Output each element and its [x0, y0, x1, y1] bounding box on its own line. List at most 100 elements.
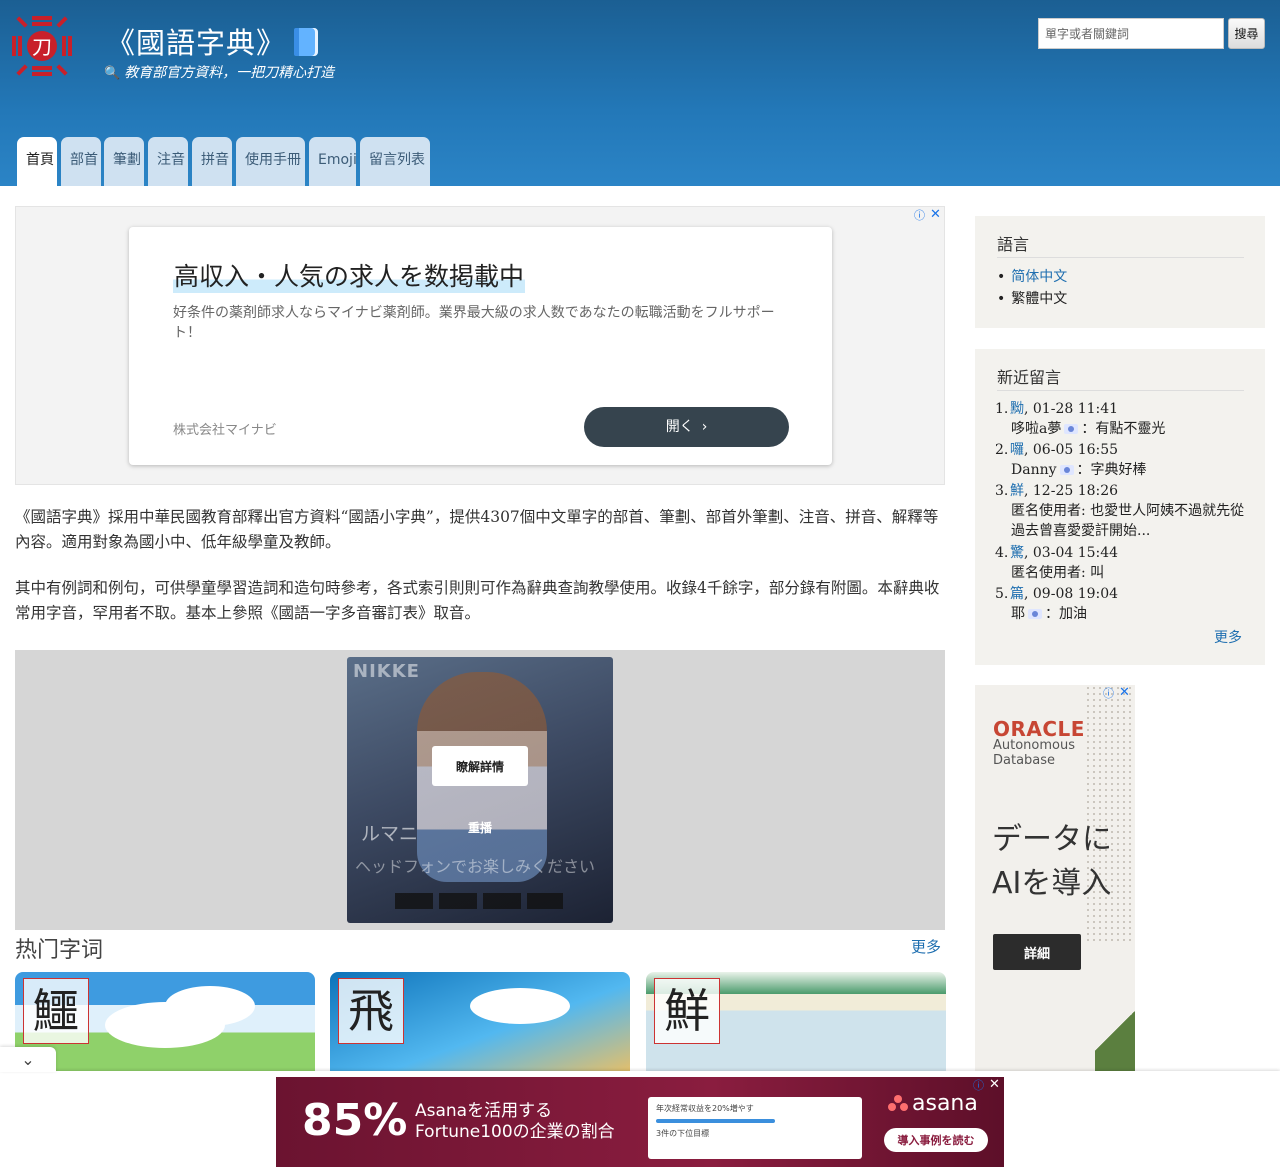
site-title-text[interactable]: 《國語字典》: [106, 26, 286, 60]
ad-close-icon[interactable]: ✕: [930, 207, 941, 222]
message-item: 3. 鮮, 12-25 18:26 匿名使用者: 也愛世人阿姨不過就先從過去曾喜愛…: [995, 481, 1250, 541]
message-char-link[interactable]: 黝: [1010, 401, 1024, 417]
flag-icon: [1064, 424, 1079, 434]
ad-headline[interactable]: 高収入・人気の求人を数掲載中: [173, 257, 526, 293]
recent-messages-box: 新近留言 1. 黝, 01-28 11:41 哆啦a夢 ：有點不靈光 2. 囉, 06…: [975, 349, 1265, 665]
hot-words-title: 热门字词: [15, 938, 104, 963]
svg-text:刀: 刀: [32, 35, 52, 59]
ad-open-label: 開く: [665, 419, 694, 435]
oracle-details-button[interactable]: 詳細: [993, 934, 1081, 970]
message-number: 2.: [995, 442, 1009, 458]
video-character-name: ルマニ: [361, 823, 419, 845]
intro-paragraph: 其中有例詞和例句，可供學童學習造詞和造句時參考，各式索引則則可作為辭典查詢教學使…: [15, 579, 940, 622]
language-box: 語言 简体中文 繁體中文: [975, 216, 1265, 328]
hot-word-card[interactable]: 鮮: [646, 972, 946, 1082]
asana-line-1: Asanaを活用する: [415, 1101, 553, 1121]
message-item: 4. 驚, 03-04 15:44 匿名使用者: 叫: [995, 543, 1250, 583]
tab-guestbook[interactable]: 留言列表: [360, 137, 430, 186]
divider: [997, 390, 1244, 391]
asana-logo-text: asana: [912, 1091, 978, 1116]
hot-word-card[interactable]: 飛: [330, 972, 630, 1082]
message-item: 2. 囉, 06-05 16:55 Danny ：字典好棒: [995, 440, 1250, 480]
message-char-link[interactable]: 驚: [1010, 545, 1024, 561]
asana-read-cases-button[interactable]: 導入事例を読む: [884, 1128, 988, 1152]
ad-body: 好条件の薬剤師求人ならマイナビ薬剤師。業界最大級の求人数であなたの転職活動をフル…: [173, 305, 775, 341]
message-char-link[interactable]: 鮮: [1010, 483, 1024, 499]
flag-icon: [1059, 465, 1074, 475]
ad-sponsor: 株式会社マイナビ: [173, 423, 277, 438]
message-user: Danny: [1011, 462, 1057, 478]
message-user: 匿名使用者: [1011, 503, 1081, 519]
flag-icon: [1028, 609, 1042, 619]
search-input[interactable]: [1038, 18, 1224, 49]
language-option-simplified[interactable]: 简体中文: [997, 266, 1067, 286]
tab-home[interactable]: 首頁: [17, 137, 57, 186]
message-time: , 06-05 16:55: [1024, 442, 1119, 458]
site-logo[interactable]: 刀: [10, 14, 74, 78]
message-time: , 03-04 15:44: [1024, 545, 1119, 561]
mock-progress-bar: [656, 1119, 775, 1123]
hot-word-char[interactable]: 鮮: [654, 978, 720, 1044]
adchoices-icon[interactable]: ⓘ: [914, 207, 925, 223]
chevron-down-icon[interactable]: ⌄: [0, 1047, 56, 1072]
tab-emoji[interactable]: Emoji: [309, 137, 356, 186]
asana-mock-screenshot: 年次経常収益を20%増やす 3件の下位目標: [648, 1097, 862, 1159]
decorative-shape: [1095, 991, 1135, 1071]
tagline-text: 教育部官方資料，一把刀精心打造: [124, 65, 335, 81]
message-number: 3.: [995, 483, 1009, 499]
asana-line-2: Fortune100の企業の割合: [415, 1122, 615, 1142]
site-title[interactable]: 《國語字典》: [106, 20, 319, 62]
ad-oracle[interactable]: ⓘ ✕ ORACLE Autonomous Database データにAIを導入…: [975, 685, 1135, 1071]
ad-banner-top[interactable]: ⓘ ✕ 高収入・人気の求人を数掲載中 好条件の薬剤師求人ならマイナビ薬剤師。業界…: [15, 206, 945, 485]
message-char-link[interactable]: 囉: [1010, 442, 1024, 458]
message-number: 5.: [995, 586, 1009, 602]
tab-strokes[interactable]: 筆劃: [104, 137, 144, 186]
message-char-link[interactable]: 篇: [1010, 586, 1024, 602]
asana-text: Asanaを活用する Fortune100の企業の割合: [415, 1101, 615, 1143]
ad-close-icon[interactable]: ✕: [1119, 685, 1130, 700]
message-time: , 09-08 19:04: [1024, 586, 1119, 602]
tab-manual[interactable]: 使用手冊: [236, 137, 305, 186]
hot-word-char[interactable]: 飛: [338, 978, 404, 1044]
chevron-right-icon: ›: [701, 419, 708, 435]
cloud-shape: [470, 988, 570, 1024]
mock-title: 年次経常収益を20%増やす: [656, 1104, 754, 1113]
mock-subtitle: 3件の下位目標: [656, 1129, 710, 1138]
language-option-traditional: 繁體中文: [997, 288, 1067, 308]
ad-video-banner[interactable]: NIKKE 瞭解詳情 ルマニ 重播 ヘッドフォンでお楽しみください: [15, 650, 945, 930]
hot-words-more-link[interactable]: 更多: [911, 936, 941, 957]
cloud-shape: [105, 1002, 225, 1048]
language-current-traditional: 繁體中文: [1011, 291, 1068, 307]
language-link-simplified[interactable]: 简体中文: [1011, 269, 1067, 285]
intro-text: 《國語字典》採用中華民國教育部釋出官方資料“國語小字典”，提供4307個中文單字…: [15, 505, 945, 647]
ad-card[interactable]: 高収入・人気の求人を数掲載中 好条件の薬剤師求人ならマイナビ薬剤師。業界最大級の…: [129, 227, 832, 465]
language-box-title: 語言: [997, 235, 1030, 254]
search-button[interactable]: 搜尋: [1228, 18, 1265, 49]
hot-word-char[interactable]: 鱷: [23, 978, 89, 1044]
message-number: 1.: [995, 401, 1009, 417]
asana-dots-icon: [888, 1095, 908, 1111]
ad-asana[interactable]: 85% Asanaを活用する Fortune100の企業の割合 年次経常収益を2…: [276, 1077, 1004, 1167]
ad-open-button[interactable]: 開く ›: [584, 407, 789, 447]
messages-more-link[interactable]: 更多: [1214, 627, 1242, 647]
message-item: 1. 黝, 01-28 11:41 哆啦a夢 ：有點不靈光: [995, 399, 1250, 439]
hot-word-card[interactable]: 鱷: [15, 972, 315, 1082]
intro-paragraph: 《國語字典》採用中華民國教育部釋出官方資料“國語小字典”，提供4307個中文單字…: [15, 508, 939, 551]
oracle-subtitle: Autonomous Database: [993, 738, 1076, 768]
message-text: ：加油: [1045, 606, 1087, 622]
tab-zhuyin[interactable]: 注音: [148, 137, 188, 186]
recent-messages-title: 新近留言: [997, 368, 1062, 387]
message-text: : 叫: [1081, 565, 1105, 581]
video-logo: NIKKE: [353, 661, 420, 682]
oracle-headline: データにAIを導入: [992, 822, 1112, 901]
message-user: 匿名使用者: [1011, 565, 1081, 581]
adchoices-icon[interactable]: ⓘ: [1103, 685, 1114, 701]
ad-close-icon[interactable]: ✕: [989, 1077, 1000, 1092]
learn-more-button[interactable]: 瞭解詳情: [432, 746, 528, 786]
dot-pattern: [1085, 685, 1135, 945]
ad-video-player[interactable]: NIKKE 瞭解詳情 ルマニ 重播 ヘッドフォンでお楽しみください: [347, 657, 613, 923]
tab-pinyin[interactable]: 拼音: [192, 137, 232, 186]
adchoices-icon[interactable]: ⓘ: [973, 1077, 984, 1093]
replay-button[interactable]: 重播: [468, 819, 492, 836]
tab-radicals[interactable]: 部首: [61, 137, 101, 186]
